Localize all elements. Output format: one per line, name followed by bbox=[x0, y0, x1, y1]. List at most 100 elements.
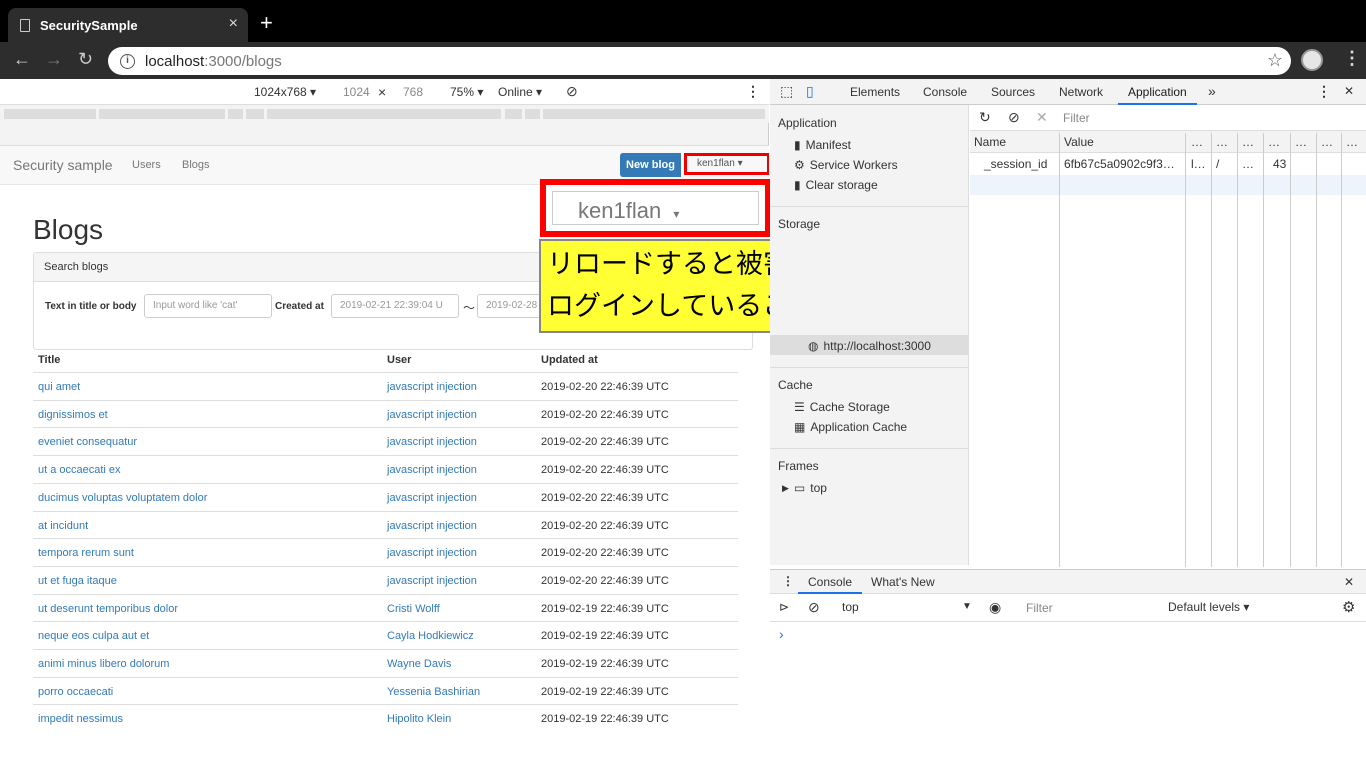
sidebar-item-cache-storage[interactable]: ☰ Cache Storage bbox=[794, 400, 890, 414]
column-divider[interactable] bbox=[1263, 133, 1264, 567]
blog-user-link[interactable]: Yessenia Bashirian bbox=[387, 686, 480, 698]
browser-menu-icon[interactable]: ⋮ bbox=[1343, 48, 1361, 69]
device-width-input[interactable]: 1024 bbox=[343, 85, 370, 99]
info-icon[interactable]: i bbox=[120, 53, 135, 69]
console-filter-input[interactable]: Filter bbox=[1022, 598, 1160, 618]
blog-user-link[interactable]: Wayne Davis bbox=[387, 658, 451, 670]
media-query-segment[interactable] bbox=[228, 109, 243, 119]
profile-avatar[interactable] bbox=[1301, 49, 1323, 71]
col-secure[interactable]: … bbox=[1321, 135, 1333, 149]
new-tab-button[interactable]: + bbox=[260, 12, 273, 34]
text-search-input[interactable]: Input word like 'cat' bbox=[144, 294, 272, 318]
column-divider[interactable] bbox=[1341, 133, 1342, 567]
blog-user-link[interactable]: javascript injection bbox=[387, 436, 477, 448]
col-value[interactable]: Value bbox=[1064, 135, 1094, 149]
context-caret-icon[interactable]: ▼ bbox=[962, 601, 972, 612]
media-query-segment[interactable] bbox=[505, 109, 522, 119]
tab-network[interactable]: Network bbox=[1059, 85, 1103, 99]
col-path[interactable]: … bbox=[1216, 135, 1228, 149]
media-query-segment[interactable] bbox=[525, 109, 540, 119]
col-size[interactable]: … bbox=[1268, 135, 1280, 149]
back-icon[interactable]: ← bbox=[13, 49, 31, 70]
new-blog-button[interactable]: New blog bbox=[620, 153, 681, 177]
blog-user-link[interactable]: Cayla Hodkiewicz bbox=[387, 630, 474, 642]
console-prompt[interactable]: › bbox=[779, 626, 784, 642]
blog-title-link[interactable]: ut a occaecati ex bbox=[38, 464, 121, 476]
column-divider[interactable] bbox=[1211, 133, 1212, 567]
browser-tab[interactable]: SecuritySample × bbox=[8, 8, 248, 42]
blog-title-link[interactable]: tempora rerum sunt bbox=[38, 547, 134, 559]
media-query-segment[interactable] bbox=[99, 109, 225, 119]
blog-title-link[interactable]: eveniet consequatur bbox=[38, 436, 137, 448]
sidebar-item-service-workers[interactable]: ⚙ Service Workers bbox=[794, 158, 898, 172]
sidebar-item-application-cache[interactable]: ▦ Application Cache bbox=[794, 420, 907, 434]
device-options-icon[interactable]: ⋮ bbox=[746, 83, 760, 100]
drawer-tab-console[interactable]: Console bbox=[798, 570, 863, 594]
cookie-filter-input[interactable]: Filter bbox=[1059, 109, 1251, 127]
blog-user-link[interactable]: Hipolito Klein bbox=[387, 713, 451, 725]
blog-user-link[interactable]: javascript injection bbox=[387, 575, 477, 587]
bookmark-star-icon[interactable]: ☆ bbox=[1267, 50, 1283, 71]
reload-icon[interactable]: ↻ bbox=[78, 49, 93, 70]
tab-close-icon[interactable]: × bbox=[229, 15, 238, 33]
blog-title-link[interactable]: porro occaecati bbox=[38, 686, 113, 698]
grid-selected-row[interactable] bbox=[970, 175, 1366, 195]
column-divider[interactable] bbox=[1185, 133, 1186, 567]
device-toggle-icon[interactable]: ▯ bbox=[806, 83, 814, 100]
col-expires[interactable]: … bbox=[1242, 135, 1254, 149]
nav-blogs-link[interactable]: Blogs bbox=[182, 159, 210, 171]
blog-user-link[interactable]: javascript injection bbox=[387, 409, 477, 421]
blog-title-link[interactable]: impedit nessimus bbox=[38, 713, 123, 725]
inspect-element-icon[interactable]: ⬚ bbox=[780, 83, 793, 100]
clear-all-icon[interactable]: ⊘ bbox=[1008, 109, 1020, 126]
user-menu-button[interactable]: ken1flan ▾ bbox=[684, 153, 769, 175]
sidebar-item-frame-top[interactable]: ▶ ▭ top bbox=[782, 481, 827, 495]
media-query-segment[interactable] bbox=[267, 109, 501, 119]
expand-arrow-icon[interactable]: ▶ bbox=[782, 483, 789, 494]
cookie-value-cell[interactable]: 6fb67c5a0902c9f3… bbox=[1064, 157, 1175, 171]
delete-selected-icon[interactable]: ✕ bbox=[1036, 109, 1048, 126]
blog-user-link[interactable]: javascript injection bbox=[387, 547, 477, 559]
media-query-segment[interactable] bbox=[543, 109, 765, 119]
media-query-segment[interactable] bbox=[4, 109, 96, 119]
app-brand[interactable]: Security sample bbox=[13, 157, 113, 173]
blog-user-link[interactable]: javascript injection bbox=[387, 492, 477, 504]
drawer-close-icon[interactable]: ✕ bbox=[1344, 575, 1354, 589]
column-divider[interactable] bbox=[1237, 133, 1238, 567]
devtools-close-icon[interactable]: ✕ bbox=[1344, 84, 1354, 98]
more-tabs-icon[interactable]: » bbox=[1208, 83, 1216, 99]
network-throttle-select[interactable]: Online ▾ bbox=[498, 85, 542, 99]
blog-user-link[interactable]: javascript injection bbox=[387, 381, 477, 393]
zoom-select[interactable]: 75% ▾ bbox=[450, 85, 483, 99]
clear-console-icon[interactable]: ⊘ bbox=[808, 599, 820, 616]
eye-icon[interactable]: ◉ bbox=[989, 599, 1001, 616]
device-height-input[interactable]: 768 bbox=[403, 85, 423, 99]
column-divider[interactable] bbox=[1059, 133, 1060, 567]
cookie-path-cell[interactable]: / bbox=[1216, 157, 1219, 171]
blog-user-link[interactable]: javascript injection bbox=[387, 520, 477, 532]
created-from-input[interactable]: 2019-02-21 22:39:04 U bbox=[331, 294, 459, 318]
devtools-menu-icon[interactable]: ⋮ bbox=[1317, 83, 1331, 100]
column-divider[interactable] bbox=[1316, 133, 1317, 567]
col-httponly[interactable]: … bbox=[1295, 135, 1307, 149]
column-divider[interactable] bbox=[1290, 133, 1291, 567]
cookie-size-cell[interactable]: 43 bbox=[1273, 157, 1286, 171]
cookie-name-cell[interactable]: _session_id bbox=[984, 157, 1047, 171]
media-query-bar[interactable] bbox=[0, 105, 769, 123]
cookie-domain-cell[interactable]: l… bbox=[1191, 157, 1206, 171]
tab-console[interactable]: Console bbox=[923, 85, 967, 99]
context-select[interactable]: top bbox=[842, 600, 859, 614]
tab-sources[interactable]: Sources bbox=[991, 85, 1035, 99]
col-domain[interactable]: … bbox=[1191, 135, 1203, 149]
blog-user-link[interactable]: Cristi Wolff bbox=[387, 603, 440, 615]
blog-title-link[interactable]: ut et fuga itaque bbox=[38, 575, 117, 587]
blog-title-link[interactable]: animi minus libero dolorum bbox=[38, 658, 169, 670]
tab-elements[interactable]: Elements bbox=[850, 85, 900, 99]
forward-icon[interactable]: → bbox=[45, 49, 63, 70]
blog-title-link[interactable]: ducimus voluptas voluptatem dolor bbox=[38, 492, 207, 504]
blog-title-link[interactable]: ut deserunt temporibus dolor bbox=[38, 603, 178, 615]
cookie-origin-item[interactable]: ◍ http://localhost:3000 bbox=[808, 339, 931, 353]
device-preset-select[interactable]: 1024x768 ▾ bbox=[254, 85, 316, 99]
refresh-icon[interactable]: ↻ bbox=[979, 109, 991, 126]
blog-title-link[interactable]: qui amet bbox=[38, 381, 80, 393]
